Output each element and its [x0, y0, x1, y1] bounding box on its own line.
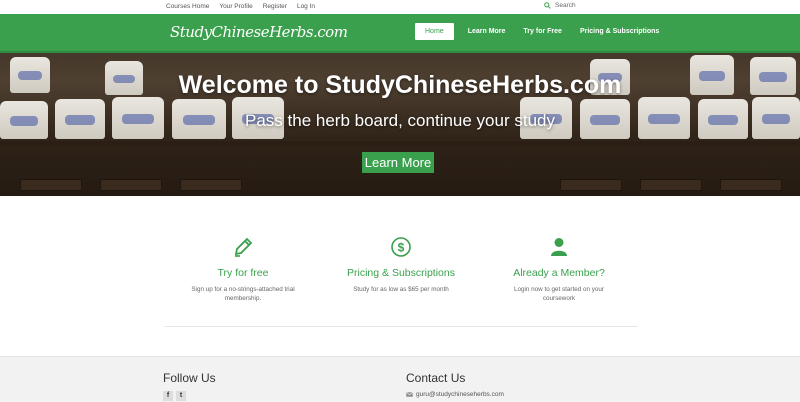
- feature-member-login[interactable]: Already a Member? Login now to get start…: [480, 236, 638, 303]
- feature-text: Study for as low as $65 per month: [353, 286, 449, 293]
- hero-learn-more-button[interactable]: Learn More: [362, 152, 434, 173]
- nav-learn-more[interactable]: Learn More: [460, 23, 514, 40]
- feature-text: Login now to get started on your coursew…: [514, 286, 604, 303]
- hero-subtitle: Pass the herb board, continue your study: [245, 111, 555, 130]
- feature-pricing[interactable]: $ Pricing & Subscriptions Study for as l…: [322, 236, 480, 294]
- facebook-icon[interactable]: f: [163, 391, 173, 401]
- contact-email[interactable]: guru@studychineseherbs.com: [406, 391, 504, 398]
- svg-text:$: $: [398, 241, 405, 255]
- nav-menu: Home Learn More Try for Free Pricing & S…: [415, 23, 669, 40]
- link-register[interactable]: Register: [263, 3, 287, 10]
- search-icon: [544, 2, 551, 9]
- utility-bar: Courses Home Your Profile Register Log I…: [0, 0, 800, 14]
- nav-pricing[interactable]: Pricing & Subscriptions: [572, 23, 667, 40]
- feature-title: Pricing & Subscriptions: [347, 267, 455, 279]
- hero-title: Welcome to StudyChineseHerbs.com: [178, 71, 622, 99]
- features-section: Try for free Sign up for a no-strings-at…: [164, 196, 638, 327]
- twitter-icon[interactable]: t: [176, 391, 186, 401]
- link-your-profile[interactable]: Your Profile: [219, 3, 252, 10]
- email-address[interactable]: guru@studychineseherbs.com: [416, 391, 504, 398]
- utility-links: Courses Home Your Profile Register Log I…: [166, 3, 325, 10]
- contact-us-heading: Contact Us: [406, 371, 466, 385]
- search-label: Search: [555, 2, 576, 9]
- dollar-icon: $: [322, 236, 480, 258]
- search-link[interactable]: Search: [544, 2, 576, 9]
- main-navbar: StudyChineseHerbs.com Home Learn More Tr…: [0, 14, 800, 53]
- feature-try-free[interactable]: Try for free Sign up for a no-strings-at…: [164, 236, 322, 303]
- feature-title: Already a Member?: [513, 267, 605, 279]
- pencil-icon: [164, 236, 322, 258]
- nav-home[interactable]: Home: [415, 23, 454, 40]
- user-icon: [480, 236, 638, 258]
- feature-title: Try for free: [217, 267, 269, 279]
- envelope-icon: [406, 392, 413, 397]
- link-courses-home[interactable]: Courses Home: [166, 3, 209, 10]
- nav-try-for-free[interactable]: Try for Free: [515, 23, 570, 40]
- hero-banner: Welcome to StudyChineseHerbs.com Pass th…: [0, 53, 800, 196]
- site-logo[interactable]: StudyChineseHerbs.com: [170, 23, 348, 41]
- social-links: f t: [163, 391, 186, 401]
- feature-text: Sign up for a no-strings-attached trial …: [191, 286, 295, 303]
- follow-us-heading: Follow Us: [163, 371, 216, 385]
- link-log-in[interactable]: Log In: [297, 3, 315, 10]
- footer: Follow Us f t Contact Us guru@studychine…: [0, 356, 800, 402]
